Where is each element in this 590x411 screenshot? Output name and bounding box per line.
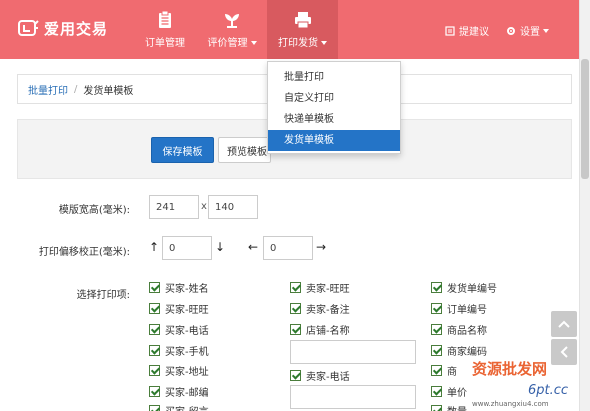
checkbox-icon — [149, 324, 160, 335]
checkbox-buyer-mobile[interactable]: 买家-手机 — [149, 343, 209, 358]
settings-label: 设置 — [520, 27, 540, 38]
top-navbar: 爱用交易 订单管理 评价管理 打印发货 提建议 设置 — [0, 0, 590, 59]
checkbox-buyer-phone[interactable]: 买家-电话 — [149, 322, 209, 337]
scrollbar-thumb[interactable] — [581, 59, 589, 179]
checkbox-icon — [431, 303, 442, 314]
checkbox-icon — [149, 345, 160, 356]
checkbox-icon — [431, 345, 442, 356]
checkbox-unit-price[interactable]: 单价 — [431, 384, 467, 399]
checkbox-seller-phone[interactable]: 卖家-电话 — [290, 368, 350, 383]
checkbox-buyer-name[interactable]: 买家-姓名 — [149, 280, 209, 295]
chevron-down-icon — [250, 41, 257, 45]
feedback-icon — [445, 25, 455, 36]
checkbox-icon — [431, 282, 442, 293]
gear-icon — [507, 26, 515, 35]
checkbox-icon — [290, 303, 301, 314]
scroll-top-button[interactable] — [551, 311, 577, 337]
chevron-down-icon — [321, 41, 327, 45]
vertical-offset-input[interactable] — [162, 236, 212, 260]
checkbox-icon — [149, 303, 160, 314]
nav-reviews[interactable]: 评价管理 — [203, 0, 261, 59]
svg-text:资源批发网: 资源批发网 — [472, 360, 547, 378]
checkbox-icon — [431, 405, 442, 411]
breadcrumb-current: 发货单模板 — [83, 85, 134, 97]
menu-item-delivery-template[interactable]: 发货单模板 — [268, 130, 400, 151]
nav-orders[interactable]: 订单管理 — [140, 0, 190, 59]
checkbox-icon — [149, 386, 160, 397]
arrow-down-icon: ↓ — [215, 240, 226, 254]
nav-print[interactable]: 打印发货 — [267, 0, 338, 59]
checkbox-product-name[interactable]: 商品名称 — [431, 322, 487, 337]
nav-reviews-label: 评价管理 — [207, 38, 248, 49]
printer-icon — [293, 10, 313, 30]
checkbox-icon — [290, 370, 301, 381]
svg-text:www.zhuangxiu4.com: www.zhuangxiu4.com — [472, 400, 549, 408]
scrollbar[interactable] — [579, 0, 590, 411]
menu-item-express-template[interactable]: 快递单模板 — [268, 109, 400, 130]
checkbox-product-attr[interactable]: 商 — [431, 363, 457, 378]
checkbox-buyer-address[interactable]: 买家-地址 — [149, 363, 209, 378]
arrow-right-icon: → — [316, 240, 327, 254]
breadcrumb-link[interactable]: 批量打印 — [28, 82, 68, 97]
checkbox-icon — [290, 324, 301, 335]
chevron-down-icon — [543, 28, 549, 33]
menu-item-batch-print[interactable]: 批量打印 — [268, 67, 400, 88]
size-label: 模版宽高(毫米): — [58, 205, 130, 216]
nav-print-label: 打印发货 — [278, 38, 318, 49]
preview-template-button[interactable]: 预览模板 — [218, 137, 271, 163]
fields-label: 选择打印项: — [76, 290, 130, 301]
logo-icon — [14, 14, 42, 42]
checkbox-delivery-no[interactable]: 发货单编号 — [431, 280, 497, 295]
checkbox-shop-name[interactable]: 店铺-名称 — [290, 322, 350, 337]
brand-logo[interactable]: 爱用交易 — [14, 14, 108, 42]
checkbox-order-no[interactable]: 订单编号 — [431, 301, 487, 316]
checkbox-icon — [149, 282, 160, 293]
checkbox-quantity[interactable]: 数量 — [431, 403, 467, 411]
checkbox-buyer-zipcode[interactable]: 买家-邮编 — [149, 384, 209, 399]
checkbox-icon — [431, 324, 442, 335]
suggest-link[interactable]: 提建议 — [445, 23, 489, 38]
breadcrumb-separator: / — [74, 83, 78, 95]
menu-item-custom-print[interactable]: 自定义打印 — [268, 88, 400, 109]
offset-label: 打印偏移校正(毫米): — [38, 247, 130, 258]
save-template-button[interactable]: 保存模板 — [151, 137, 214, 163]
checkbox-buyer-wangwang[interactable]: 买家-旺旺 — [149, 301, 209, 316]
width-input[interactable] — [149, 195, 199, 219]
horizontal-offset-input[interactable] — [263, 236, 313, 260]
nav-orders-label: 订单管理 — [145, 38, 185, 49]
shop-name-input[interactable] — [290, 340, 416, 364]
flower-icon — [222, 10, 242, 30]
checkbox-icon — [431, 365, 442, 376]
seller-phone-input[interactable] — [290, 385, 416, 409]
checkbox-seller-wangwang[interactable]: 卖家-旺旺 — [290, 280, 350, 295]
checkbox-icon — [149, 405, 160, 411]
arrow-up-icon: ↑ — [149, 240, 160, 254]
arrow-left-icon: ← — [248, 240, 259, 254]
times-sign: x — [201, 201, 207, 212]
brand-name: 爱用交易 — [44, 19, 109, 38]
checkbox-buyer-message[interactable]: 买家-留言 — [149, 403, 209, 411]
checkbox-icon — [290, 282, 301, 293]
height-input[interactable] — [208, 195, 258, 219]
suggest-label: 提建议 — [459, 27, 489, 38]
clipboard-icon — [155, 10, 175, 30]
watermark: 资源批发网 6pt.cc www.zhuangxiu4.com — [470, 352, 580, 408]
settings-link[interactable]: 设置 — [506, 23, 549, 38]
svg-text:6pt.cc: 6pt.cc — [528, 383, 568, 398]
checkbox-icon — [431, 386, 442, 397]
chevron-up-icon — [558, 320, 570, 328]
print-dropdown-menu: 批量打印 自定义打印 快递单模板 发货单模板 — [267, 61, 401, 154]
checkbox-icon — [149, 365, 160, 376]
checkbox-seller-note[interactable]: 卖家-备注 — [290, 301, 350, 316]
